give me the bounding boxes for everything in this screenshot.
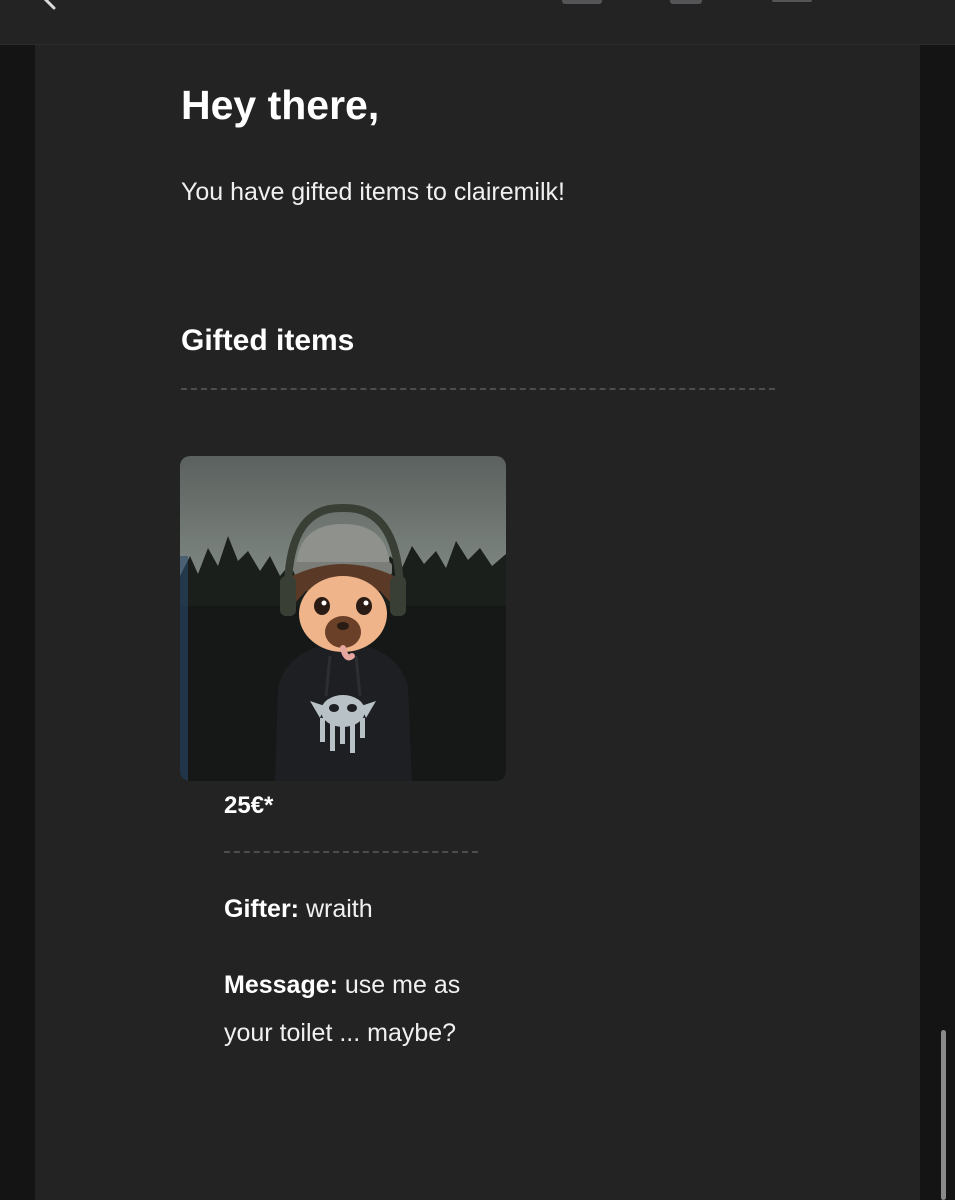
toolbar-button-icon[interactable] xyxy=(772,0,812,2)
item-price: 25€* xyxy=(224,792,274,819)
greeting-heading: Hey there, xyxy=(181,82,380,128)
section-divider xyxy=(181,388,775,390)
message-row: Message: use me as your toilet ... maybe… xyxy=(224,961,474,1057)
toolbar-button-icon[interactable] xyxy=(562,0,602,4)
gifter-row: Gifter: wraith xyxy=(224,893,373,925)
section-title: Gifted items xyxy=(181,324,355,357)
intro-text: You have gifted items to clairemilk! xyxy=(181,178,565,206)
back-chevron-icon[interactable] xyxy=(40,0,60,10)
scrollbar-thumb[interactable] xyxy=(941,1030,946,1200)
avatar-illustration xyxy=(180,456,506,781)
item-divider xyxy=(224,851,478,853)
gifted-item-image[interactable] xyxy=(180,456,506,781)
toolbar-button-icon[interactable] xyxy=(670,0,702,4)
gifter-value: wraith xyxy=(305,895,373,923)
message-label: Message: xyxy=(224,971,338,999)
top-toolbar xyxy=(0,0,955,45)
gifter-label: Gifter: xyxy=(224,895,299,923)
left-gutter xyxy=(0,45,35,1200)
right-gutter xyxy=(920,45,955,1200)
